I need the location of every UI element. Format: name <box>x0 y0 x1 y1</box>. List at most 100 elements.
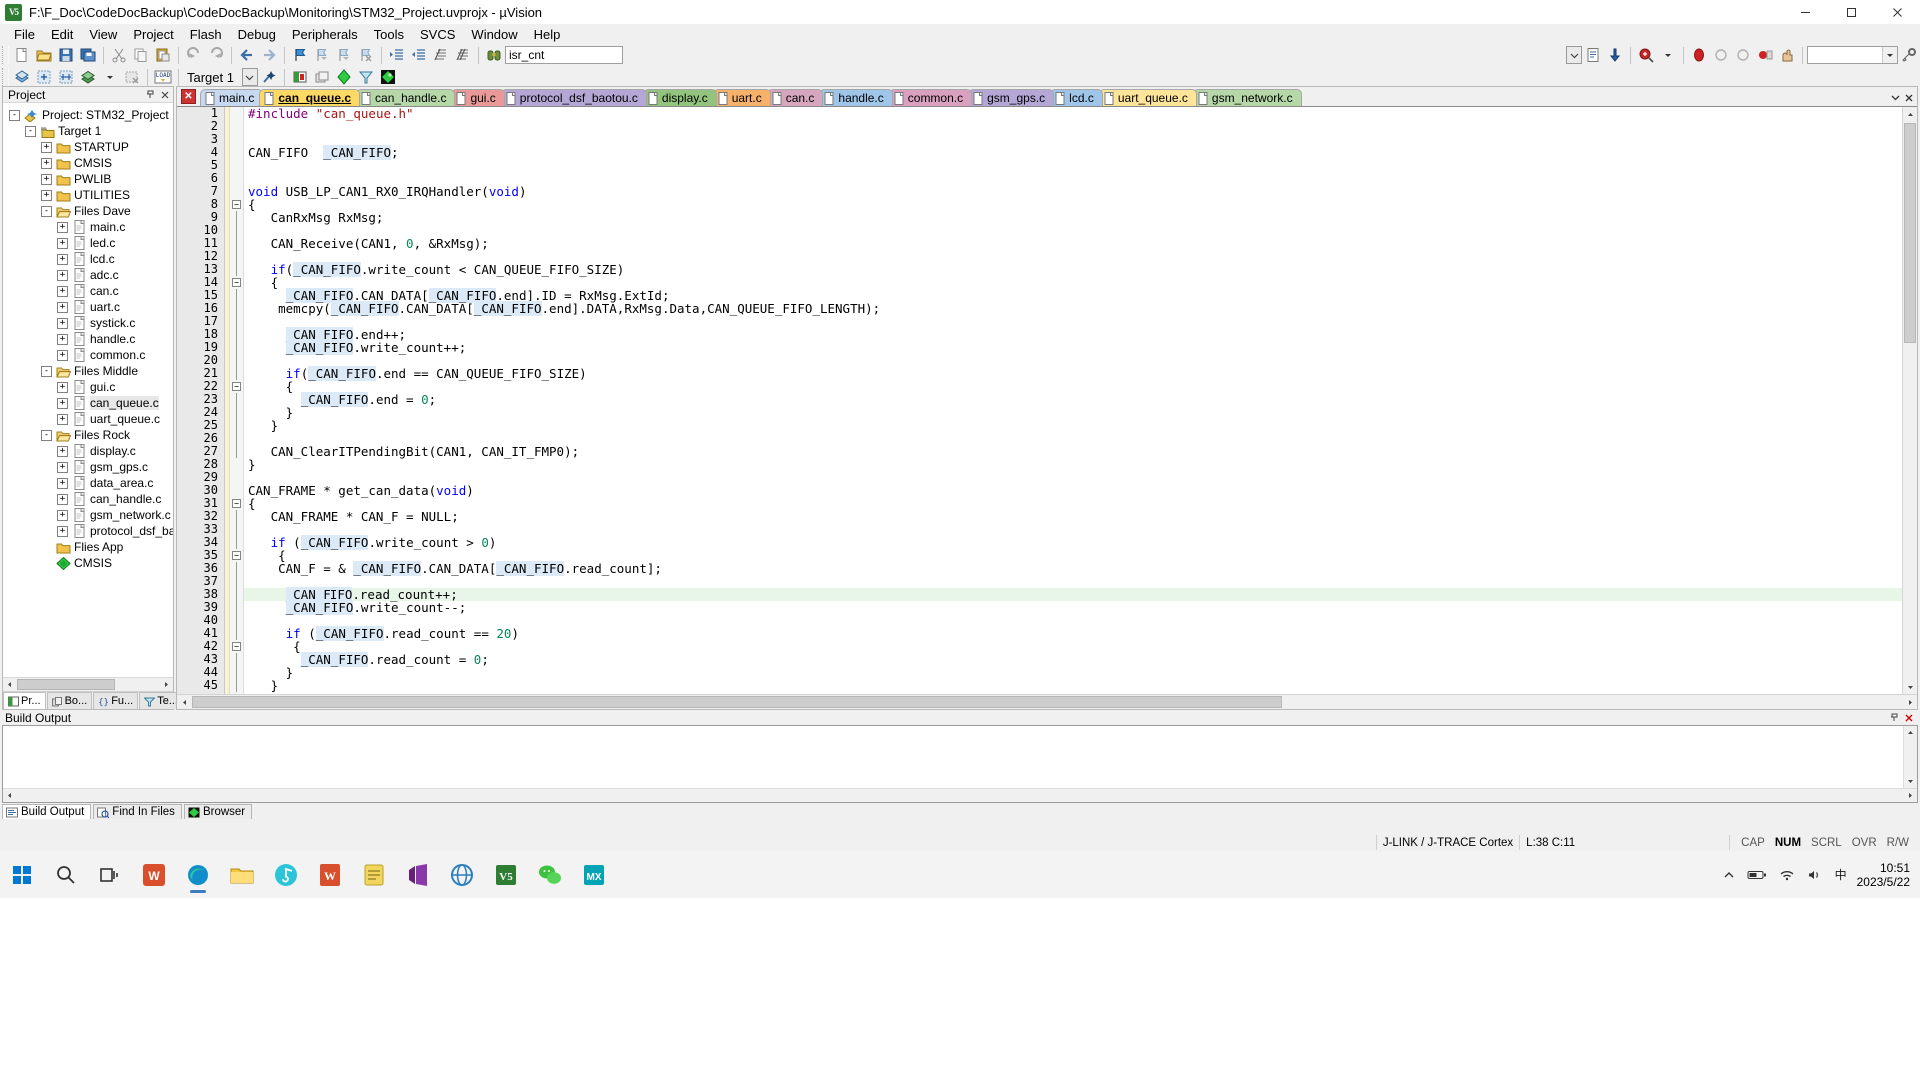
menu-item-view[interactable]: View <box>81 25 125 44</box>
editor-horizontal-scrollbar[interactable] <box>177 694 1917 709</box>
tree-item[interactable]: + data_area.c <box>3 475 173 491</box>
source-browser-icon[interactable] <box>377 67 399 87</box>
code-line[interactable]: { <box>244 497 1917 510</box>
tree-item[interactable]: + gui.c <box>3 379 173 395</box>
comment-lines-icon[interactable] <box>430 45 452 65</box>
tree-expander-icon[interactable]: - <box>41 205 52 217</box>
code-text-area[interactable]: #include "can_queue.h" CAN_FIFO _CAN_FIF… <box>244 107 1917 694</box>
translate-icon[interactable] <box>11 67 33 87</box>
tree-item[interactable]: Flies App <box>3 539 173 555</box>
tab-list-dropdown-icon[interactable] <box>1889 90 1902 105</box>
editor-tab[interactable]: common.c <box>888 89 973 106</box>
tree-expander-icon[interactable]: - <box>9 109 20 121</box>
options-magic-wand-icon[interactable] <box>258 67 280 87</box>
undo-arrow-icon[interactable] <box>183 45 205 65</box>
bubble2-icon[interactable] <box>1732 45 1754 65</box>
scrollbar-thumb[interactable] <box>192 696 1282 708</box>
build-output-tab[interactable]: Build Output <box>2 804 92 819</box>
search-icon[interactable] <box>46 855 86 895</box>
wifi-icon[interactable] <box>1773 869 1801 881</box>
project-tree[interactable]: - Project: STM32_Project - Target 1 + STARTUP… <box>3 103 173 677</box>
redo-arrow-icon[interactable] <box>205 45 227 65</box>
scroll-down-arrow-icon[interactable] <box>1904 775 1917 788</box>
books-window-icon[interactable] <box>311 67 333 87</box>
toolbar-grip[interactable] <box>2 68 9 86</box>
indent-right-icon[interactable] <box>386 45 408 65</box>
code-line[interactable]: if(_CAN_FIFO.end == CAN_QUEUE_FIFO_SIZE) <box>244 366 1917 381</box>
close-active-tab-icon[interactable] <box>1902 90 1915 105</box>
functions-window-icon[interactable] <box>333 67 355 87</box>
build-output-text[interactable] <box>2 725 1918 803</box>
fold-collapse-icon[interactable]: − <box>230 276 243 289</box>
close-button[interactable] <box>1874 0 1920 24</box>
load-flash-icon[interactable]: LOAD <box>152 67 174 87</box>
tree-item[interactable]: - Files Rock <box>3 427 173 443</box>
tree-expander-icon[interactable]: + <box>57 333 68 345</box>
code-line[interactable]: void USB_LP_CAN1_RX0_IRQHandler(void) <box>244 185 1917 198</box>
tree-expander-icon[interactable]: + <box>57 381 68 393</box>
dropdown-caret-icon[interactable] <box>99 67 121 87</box>
menu-item-debug[interactable]: Debug <box>230 25 284 44</box>
scroll-right-arrow-icon[interactable] <box>1904 789 1917 802</box>
clock[interactable]: 10:51 2023/5/22 <box>1853 861 1920 889</box>
tree-expander-icon[interactable]: + <box>57 525 68 537</box>
scroll-left-arrow-icon[interactable] <box>177 696 191 709</box>
code-line[interactable] <box>244 471 1917 484</box>
target-selector-label[interactable]: Target 1 <box>183 70 242 85</box>
tree-expander-icon[interactable]: + <box>57 509 68 521</box>
code-line[interactable] <box>244 575 1917 588</box>
project-panel-tab[interactable]: Pr... <box>3 692 46 709</box>
tree-item[interactable]: - Files Middle <box>3 363 173 379</box>
bubble-icon[interactable] <box>1710 45 1732 65</box>
scrollbar-thumb[interactable] <box>17 679 115 690</box>
scroll-up-arrow-icon[interactable] <box>1903 107 1917 121</box>
editor-tab[interactable]: uart.c <box>712 89 771 106</box>
build-output-tab[interactable]: Find In Files <box>93 804 182 819</box>
tree-expander-icon[interactable]: + <box>57 269 68 281</box>
code-line[interactable]: if (_CAN_FIFO.write_count > 0) <box>244 535 1917 550</box>
dropdown-caret-icon[interactable] <box>1657 45 1679 65</box>
tree-expander-icon[interactable]: + <box>57 349 68 361</box>
scroll-left-arrow-icon[interactable] <box>3 789 16 802</box>
window-layout-combo[interactable] <box>1807 46 1898 64</box>
code-line[interactable] <box>244 133 1917 146</box>
chevron-down-icon[interactable] <box>1882 47 1897 63</box>
tree-expander-icon[interactable]: + <box>57 237 68 249</box>
tree-expander-icon[interactable]: - <box>41 429 52 441</box>
editor-tab[interactable]: main.c <box>200 89 264 106</box>
bookmark-prev-icon[interactable] <box>311 45 333 65</box>
fold-collapse-icon[interactable]: − <box>230 640 243 653</box>
editor-tab[interactable]: gui.c <box>451 89 505 106</box>
tree-item[interactable]: + UTILITIES <box>3 187 173 203</box>
editor-tab[interactable]: uart_queue.c <box>1098 89 1197 106</box>
tree-expander-icon[interactable]: + <box>57 413 68 425</box>
tree-item[interactable]: + protocol_dsf_baotc <box>3 523 173 539</box>
tree-item[interactable]: + display.c <box>3 443 173 459</box>
code-line[interactable]: memcpy(_CAN_FIFO.CAN_DATA[_CAN_FIFO.end]… <box>244 301 1917 316</box>
scroll-left-arrow-icon[interactable] <box>3 678 16 691</box>
close-icon[interactable] <box>1902 711 1915 724</box>
tree-item[interactable]: CMSIS <box>3 555 173 571</box>
tree-item[interactable]: + main.c <box>3 219 173 235</box>
fold-collapse-icon[interactable]: − <box>230 198 243 211</box>
scroll-right-arrow-icon[interactable] <box>160 678 173 691</box>
editor-tab[interactable]: lcd.c <box>1050 89 1103 106</box>
tree-item[interactable]: + STARTUP <box>3 139 173 155</box>
close-tab-icon[interactable]: ✕ <box>181 89 196 104</box>
code-line[interactable] <box>244 159 1917 172</box>
code-line[interactable]: if (_CAN_FIFO.read_count == 20) <box>244 626 1917 641</box>
hand-insert-icon[interactable] <box>1776 45 1798 65</box>
tree-expander-icon[interactable]: + <box>57 461 68 473</box>
tree-item[interactable]: + CMSIS <box>3 155 173 171</box>
battery-icon[interactable] <box>1741 869 1773 881</box>
tree-item[interactable]: + common.c <box>3 347 173 363</box>
code-line[interactable]: _CAN_FIFO.write_count--; <box>244 600 1917 615</box>
code-line[interactable] <box>244 315 1917 328</box>
tree-expander-icon[interactable]: + <box>57 253 68 265</box>
minimize-button[interactable] <box>1782 0 1828 24</box>
scroll-up-arrow-icon[interactable] <box>1904 726 1917 739</box>
code-line[interactable]: CAN_FRAME * CAN_F = NULL; <box>244 510 1917 523</box>
menu-item-peripherals[interactable]: Peripherals <box>284 25 366 44</box>
tree-expander-icon[interactable]: + <box>57 397 68 409</box>
code-line[interactable]: _CAN_FIFO.read_count = 0; <box>244 652 1917 667</box>
